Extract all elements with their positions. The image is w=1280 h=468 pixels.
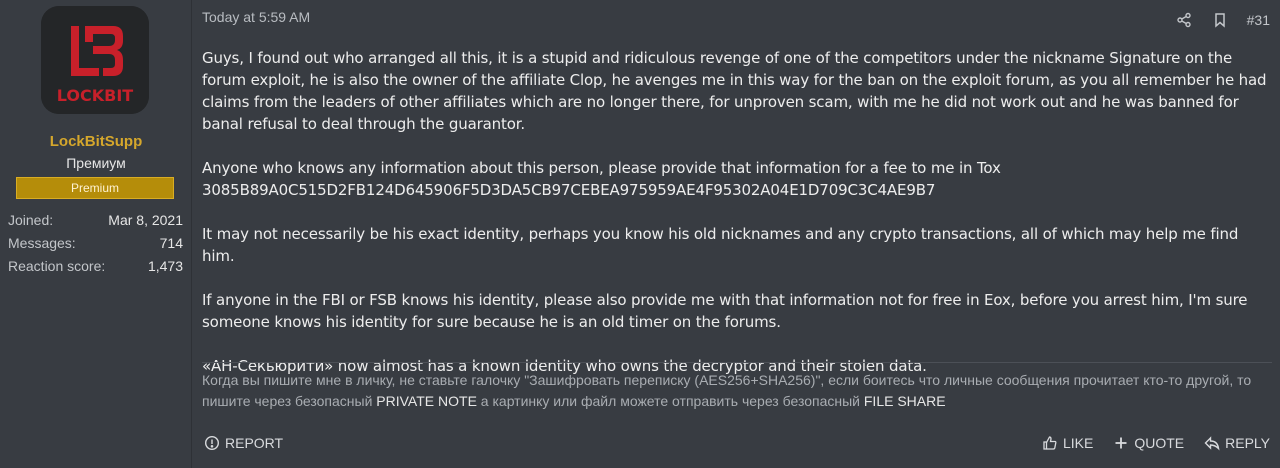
private-note-link[interactable]: PRIVATE NOTE [376, 393, 477, 409]
stat-value[interactable]: 714 [160, 234, 183, 257]
report-label: REPORT [225, 435, 284, 451]
signature-text: а картинку или файл можете отправить чер… [476, 393, 864, 409]
post-paragraph: Anyone who knows any information about t… [202, 159, 1001, 177]
like-label: LIKE [1062, 435, 1094, 451]
post-body: Guys, I found out who arranged all this,… [202, 47, 1272, 377]
username[interactable]: LockBitSupp [0, 133, 192, 150]
reply-icon [1204, 436, 1220, 451]
avatar[interactable]: LOCKBIT [41, 6, 149, 114]
stat-messages: Messages: 714 [8, 234, 183, 257]
quote-label: QUOTE [1134, 435, 1185, 451]
post-top-actions: #31 [1175, 11, 1270, 29]
user-title: Премиум [66, 155, 126, 171]
post-date[interactable]: Today at 5:59 AM [202, 9, 310, 25]
stat-label: Joined: [8, 212, 54, 228]
post-paragraph: If anyone in the FBI or FSB knows his id… [202, 291, 1248, 331]
signature-divider [202, 362, 1272, 363]
lockbit-logo-icon: LOCKBIT [41, 6, 149, 114]
report-label-wrap: REPORT [204, 435, 283, 451]
file-share-link[interactable]: FILE SHARE [864, 393, 946, 409]
share-icon[interactable] [1175, 11, 1193, 29]
like-button[interactable]: LIKE [1042, 435, 1093, 451]
post-paragraph: It may not necessarily be his exact iden… [202, 225, 1239, 265]
stat-value: Mar 8, 2021 [108, 212, 183, 228]
post-main: Today at 5:59 AM #31 Guys, I found out w… [193, 0, 1280, 468]
stat-reaction-score: Reaction score: 1,473 [8, 257, 183, 280]
user-signature: Когда вы пишите мне в личку, не ставьте … [202, 370, 1274, 412]
quote-button[interactable]: QUOTE [1113, 435, 1184, 451]
alert-circle-icon [204, 435, 220, 451]
user-banner: Premium [16, 177, 174, 199]
reply-label: REPLY [1225, 435, 1270, 451]
stat-joined: Joined: Mar 8, 2021 [8, 211, 183, 234]
bookmark-icon[interactable] [1211, 11, 1229, 29]
avatar-logo-text: LOCKBIT [57, 86, 134, 105]
post-paragraph: Guys, I found out who arranged all this,… [202, 49, 1267, 133]
tox-id: 3085B89A0C515D2FB124D645906F5D3DA5CB97CE… [202, 181, 936, 199]
stat-label: Reaction score: [8, 258, 106, 274]
stat-label: Messages: [8, 235, 76, 251]
thumbs-up-icon [1043, 436, 1057, 450]
post-number-link[interactable]: #31 [1247, 12, 1270, 28]
post-footer-actions: LIKE QUOTE REPLY [1042, 435, 1270, 451]
reply-button[interactable]: REPLY [1204, 435, 1270, 451]
forum-post: LOCKBIT LockBitSupp Премиум Premium Join… [0, 0, 1280, 468]
report-button[interactable]: REPORT [204, 435, 283, 451]
plus-icon [1115, 437, 1127, 449]
user-stats: Joined: Mar 8, 2021 Messages: 714 Reacti… [8, 211, 183, 280]
post-user-sidebar: LOCKBIT LockBitSupp Премиум Premium Join… [0, 0, 192, 468]
stat-value: 1,473 [147, 258, 183, 274]
